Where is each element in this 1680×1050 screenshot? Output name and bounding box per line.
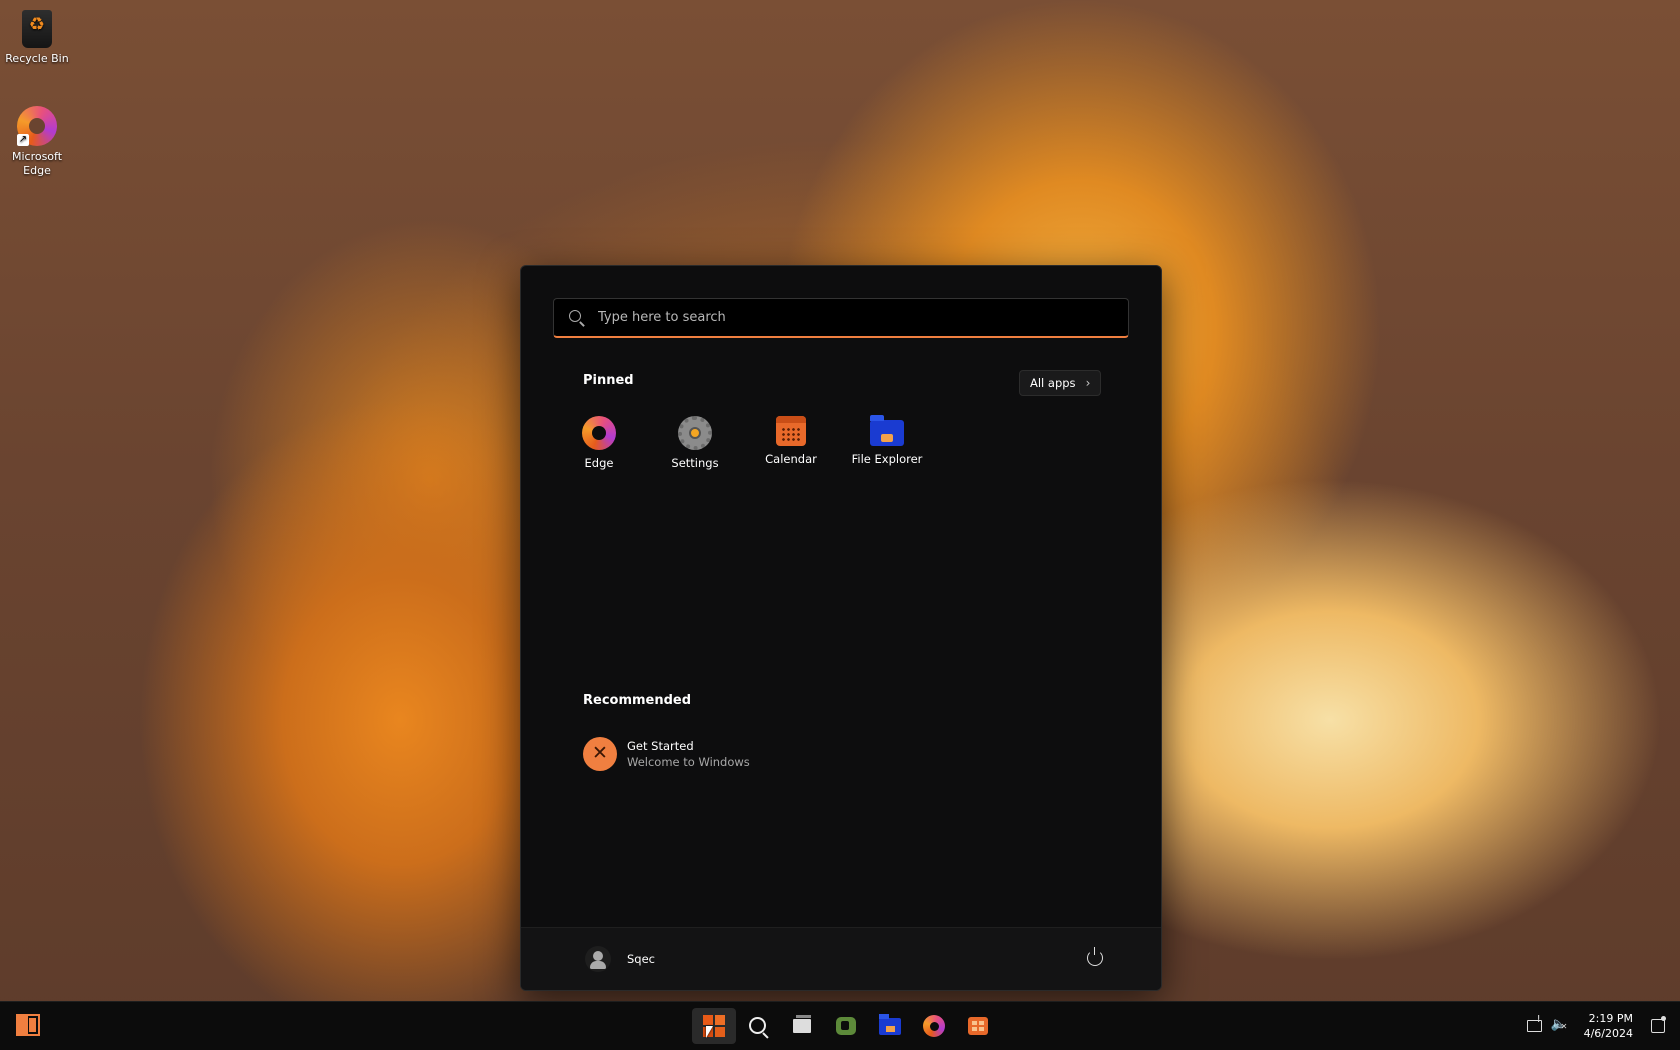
shortcut-arrow-icon: ↗ — [17, 134, 29, 146]
file-explorer-button[interactable] — [868, 1008, 912, 1044]
folder-icon — [870, 415, 904, 446]
user-name: Sqec — [627, 952, 655, 966]
store-icon — [968, 1017, 988, 1035]
mouse-cursor-icon — [706, 1026, 713, 1038]
chat-button[interactable] — [824, 1008, 868, 1044]
pinned-app-label: Edge — [584, 456, 614, 470]
pinned-app-file-explorer[interactable]: File Explorer — [839, 415, 935, 470]
taskbar-apps — [692, 1008, 1000, 1044]
task-view-button[interactable] — [780, 1008, 824, 1044]
search-icon — [749, 1017, 767, 1035]
recommended-item-get-started[interactable]: Get Started Welcome to Windows — [583, 737, 750, 771]
power-icon[interactable] — [1087, 947, 1103, 966]
pinned-app-calendar[interactable]: Calendar — [743, 416, 839, 470]
notification-icon[interactable] — [1648, 1016, 1668, 1036]
edge-icon — [923, 1015, 945, 1037]
search-icon — [568, 309, 586, 327]
taskbar-search-button[interactable] — [736, 1008, 780, 1044]
settings-gear-icon — [678, 416, 712, 450]
desktop-icon-edge[interactable]: ↗ Microsoft Edge — [0, 106, 74, 178]
pinned-app-settings[interactable]: Settings — [647, 416, 743, 470]
system-tray: 2:19 PM 4/6/2024 — [1522, 1002, 1680, 1050]
edge-icon — [582, 416, 616, 450]
all-apps-button[interactable]: All apps › — [1019, 370, 1102, 396]
desktop-icon-recycle-bin[interactable]: Recycle Bin — [0, 10, 74, 66]
network-icon[interactable] — [1525, 1014, 1545, 1036]
avatar — [585, 946, 611, 972]
volume-muted-icon[interactable] — [1551, 1016, 1571, 1036]
recommended-item-title: Get Started — [627, 739, 694, 753]
clock[interactable]: 2:19 PM 4/6/2024 — [1584, 1011, 1633, 1041]
pinned-apps-grid: Edge Settings Calendar File Explorer — [582, 415, 959, 470]
clock-time: 2:19 PM — [1588, 1012, 1633, 1025]
recommended-heading: Recommended — [583, 693, 692, 708]
start-search-box[interactable] — [553, 298, 1129, 338]
pinned-app-label: Calendar — [765, 452, 817, 466]
calendar-icon — [776, 416, 806, 446]
pinned-app-edge[interactable]: Edge — [551, 416, 647, 470]
edge-icon: ↗ — [17, 106, 57, 146]
start-button[interactable] — [692, 1008, 736, 1044]
folder-icon — [879, 1013, 901, 1035]
get-started-icon — [583, 737, 617, 771]
chat-icon — [836, 1017, 856, 1035]
recycle-bin-icon — [22, 10, 52, 48]
user-account-button[interactable]: Sqec — [585, 946, 655, 972]
widgets-icon[interactable] — [16, 1014, 40, 1036]
clock-date: 4/6/2024 — [1583, 1027, 1633, 1040]
search-input[interactable] — [596, 309, 1100, 326]
recommended-item-subtitle: Welcome to Windows — [627, 755, 750, 769]
pinned-app-label: Settings — [671, 456, 719, 470]
edge-button[interactable] — [912, 1008, 956, 1044]
all-apps-label: All apps — [1030, 376, 1076, 390]
pinned-heading: Pinned — [583, 373, 634, 388]
pinned-app-label: File Explorer — [851, 452, 923, 466]
desktop-icon-label: Recycle Bin — [5, 52, 69, 65]
start-menu: Pinned All apps › Edge Settings Calendar… — [520, 265, 1162, 991]
store-button[interactable] — [956, 1008, 1000, 1044]
desktop-icon-label: Microsoft Edge — [11, 150, 63, 177]
start-menu-footer: Sqec — [521, 927, 1161, 990]
task-view-icon — [793, 1015, 811, 1033]
taskbar: 2:19 PM 4/6/2024 — [0, 1001, 1680, 1050]
chevron-right-icon: › — [1085, 376, 1091, 390]
